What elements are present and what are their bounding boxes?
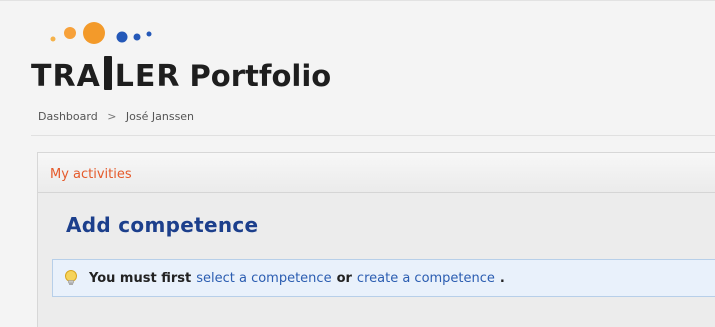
lightbulb-icon [65,270,77,285]
logo-product-name: Portfolio [189,59,332,93]
breadcrumb-separator: > [107,110,117,123]
logo-word-right: LER [114,59,181,94]
notice-suffix: . [499,270,505,286]
page: TRA LER Portfolio Dashboard > José Janss… [0,0,715,327]
breadcrumb: Dashboard > José Janssen [38,110,200,123]
breadcrumb-current-user: José Janssen [125,110,195,123]
logo-i-bar [103,56,112,90]
select-competence-link[interactable]: select a competence [196,271,331,286]
breadcrumb-dashboard-link[interactable]: Dashboard [38,110,98,123]
header-divider [31,135,715,136]
activities-panel: My activities Add competence You must fi… [37,152,715,327]
panel-header: My activities [38,153,715,193]
panel-title: My activities [50,167,132,182]
notice-box: You must first select a competence or cr… [52,259,715,297]
logo-dots-icon [50,22,152,44]
header: TRA LER Portfolio [31,19,351,97]
create-competence-link[interactable]: create a competence [357,271,495,286]
logo[interactable]: TRA LER Portfolio [31,52,331,92]
logo-word-left: TRA [31,59,101,94]
panel-body: Add competence [38,193,715,237]
page-heading: Add competence [66,213,259,237]
notice-prefix: You must first [89,270,192,286]
notice-conjunction: or [336,270,352,286]
